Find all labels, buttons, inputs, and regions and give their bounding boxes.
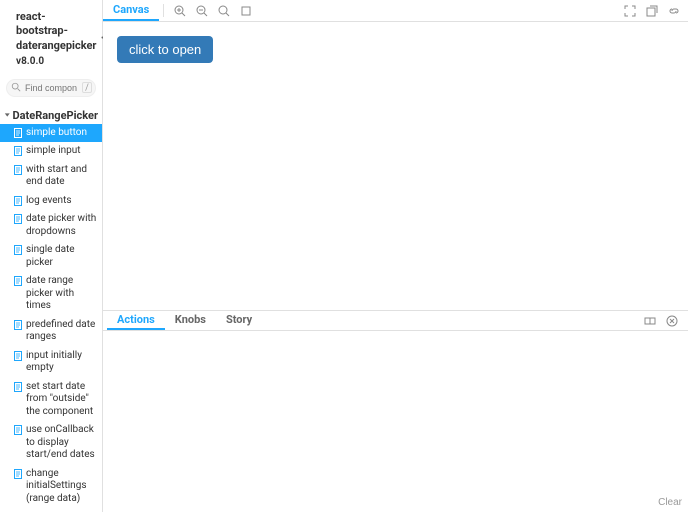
story-item-label: date picker with dropdowns	[26, 213, 98, 238]
story-item[interactable]: simple button	[0, 124, 102, 143]
fullscreen-icon[interactable]	[624, 5, 636, 17]
story-item-label: input initially empty	[26, 350, 98, 375]
zoom-in-icon[interactable]	[174, 5, 186, 17]
story-icon	[14, 128, 22, 138]
story-item[interactable]: log events	[0, 192, 102, 211]
brand-title-line2: daterangepicker	[16, 39, 96, 53]
main-area: Canvas click to open Actions Knobs Story	[103, 0, 688, 512]
story-item-label: simple button	[26, 127, 87, 140]
addons-orientation-icon[interactable]	[644, 315, 656, 327]
search-shortcut-key: /	[82, 82, 92, 93]
addons-close-icon[interactable]	[666, 315, 678, 327]
story-icon	[14, 214, 22, 224]
story-item[interactable]: single date picker	[0, 241, 102, 272]
story-item-label: log events	[26, 195, 72, 208]
story-item-label: set start date from "outside" the compon…	[26, 381, 98, 419]
caret-down-icon	[4, 111, 11, 119]
story-item[interactable]: use onCallback to display start/end date…	[0, 421, 102, 465]
story-icon	[14, 382, 22, 392]
story-icon	[14, 469, 22, 479]
component-group[interactable]: DateRangePicker	[0, 107, 102, 124]
story-item-label: predefined date ranges	[26, 319, 98, 344]
sidebar-header: react-bootstrap- daterangepicker v8.0.0 …	[0, 0, 102, 79]
story-item-label: change initialSettings (range data)	[26, 468, 98, 506]
story-icon	[14, 425, 22, 435]
component-group-label: DateRangePicker	[13, 109, 99, 122]
addons-body: Clear	[103, 331, 688, 512]
story-icon	[14, 320, 22, 330]
story-item-label: simple input	[26, 145, 81, 158]
story-icon	[14, 245, 22, 255]
open-new-tab-icon[interactable]	[646, 5, 658, 17]
tab-canvas[interactable]: Canvas	[103, 0, 159, 21]
story-item[interactable]: set start date from "outside" the compon…	[0, 378, 102, 422]
tab-divider	[163, 4, 164, 17]
story-item[interactable]: change initialSettings (range data)	[0, 465, 102, 509]
story-icon	[14, 146, 22, 156]
story-item[interactable]: predefined date ranges	[0, 316, 102, 347]
canvas-preview: click to open	[103, 22, 688, 310]
canvas-toolbar: Canvas	[103, 0, 688, 22]
brand-title-line1: react-bootstrap-	[16, 10, 96, 39]
demo-open-button[interactable]: click to open	[117, 36, 213, 63]
story-item[interactable]: simple input	[0, 142, 102, 161]
story-item-label: use onCallback to display start/end date…	[26, 424, 98, 462]
story-item[interactable]: date picker with dropdowns	[0, 210, 102, 241]
story-item[interactable]: date range picker with times	[0, 272, 102, 316]
story-icon	[14, 165, 22, 175]
story-item-label: date range picker with times	[26, 275, 98, 313]
zoom-reset-icon[interactable]	[218, 5, 230, 17]
search-icon	[11, 82, 21, 92]
sidebar: react-bootstrap- daterangepicker v8.0.0 …	[0, 0, 103, 512]
story-item[interactable]: input initially empty	[0, 347, 102, 378]
addons-panel: Actions Knobs Story Clear	[103, 310, 688, 512]
story-tree: DateRangePicker simple button simple inpu…	[0, 103, 102, 512]
story-item-label: with start and end date	[26, 164, 98, 189]
viewport-icon[interactable]	[240, 5, 252, 17]
search-field[interactable]: /	[6, 79, 96, 97]
zoom-out-icon[interactable]	[196, 5, 208, 17]
story-item-label: single date picker	[26, 244, 98, 269]
story-icon	[14, 276, 22, 286]
addons-tab-knobs[interactable]: Knobs	[165, 311, 216, 330]
addons-tab-actions[interactable]: Actions	[107, 311, 165, 330]
story-icon	[14, 351, 22, 361]
story-item[interactable]: with start and end date	[0, 161, 102, 192]
addons-tab-story[interactable]: Story	[216, 311, 262, 330]
copy-link-icon[interactable]	[668, 5, 680, 17]
story-icon	[14, 196, 22, 206]
brand-version: v8.0.0	[16, 56, 96, 67]
search-input[interactable]	[25, 83, 77, 93]
actions-clear-button[interactable]: Clear	[658, 497, 682, 508]
